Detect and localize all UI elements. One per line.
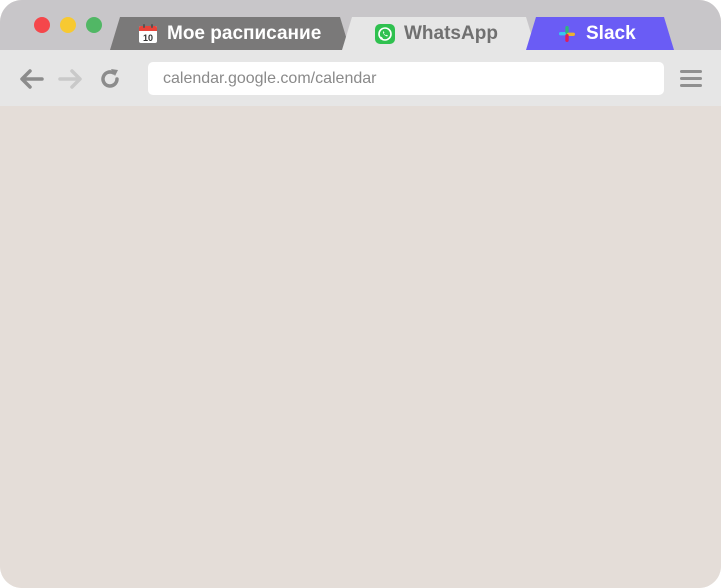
page-content-area [0,106,721,588]
reload-icon [101,69,119,88]
tab-slack[interactable]: Slack [526,17,674,50]
arrow-right-icon [58,69,82,89]
menu-line [680,77,702,80]
minimize-window-button[interactable] [60,17,76,33]
slack-icon [559,25,575,42]
browser-window: 10 Мое расписание WhatsApp Slack calenda… [0,0,721,588]
menu-line [680,70,702,73]
arrow-left-icon [20,69,44,89]
address-bar[interactable]: calendar.google.com/calendar [148,62,664,95]
tab-schedule[interactable]: 10 Мое расписание [110,17,350,50]
maximize-window-button[interactable] [86,17,102,33]
forward-button[interactable] [58,66,84,92]
calendar-day-number: 10 [143,33,153,43]
reload-button[interactable] [97,66,123,92]
tab-whatsapp[interactable]: WhatsApp [342,17,536,50]
hamburger-menu-icon[interactable] [680,70,703,89]
calendar-icon: 10 [139,23,157,43]
tab-whatsapp-label: WhatsApp [404,22,498,44]
menu-line [680,84,702,87]
browser-toolbar: calendar.google.com/calendar [0,50,721,106]
whatsapp-icon [375,23,395,44]
tab-schedule-label: Мое расписание [167,22,322,44]
back-button[interactable] [18,66,44,92]
close-window-button[interactable] [34,17,50,33]
title-bar: 10 Мое расписание WhatsApp Slack [0,0,721,50]
tab-slack-label: Slack [586,22,636,44]
